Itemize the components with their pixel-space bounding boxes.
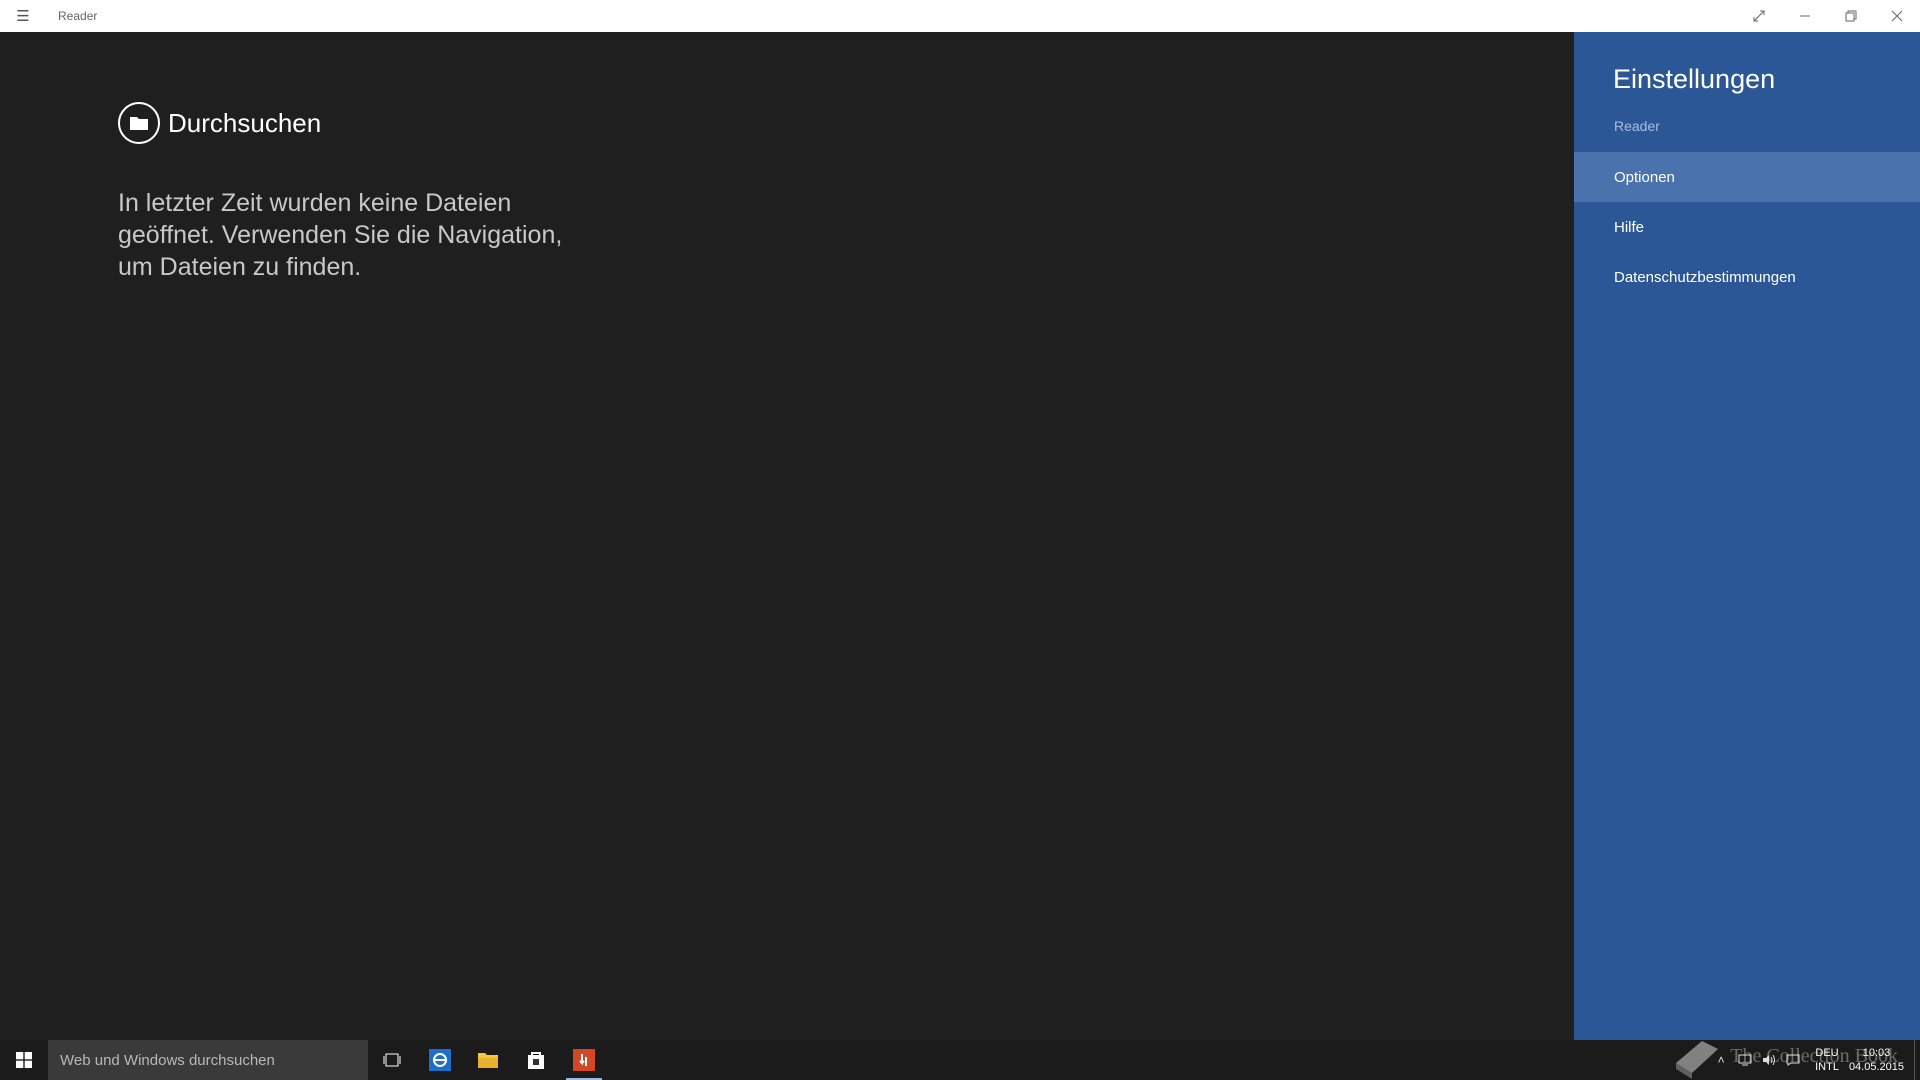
settings-item-optionen[interactable]: Optionen — [1574, 152, 1920, 202]
settings-item-datenschutz[interactable]: Datenschutzbestimmungen — [1574, 252, 1920, 302]
browse-label: Durchsuchen — [168, 107, 322, 138]
taskbar: Web und Windows durchsuchen ˄ DEU INTL 1… — [0, 1040, 1920, 1080]
task-view-icon[interactable] — [368, 1040, 416, 1080]
main-content: Durchsuchen In letzter Zeit wurden keine… — [0, 32, 1574, 1040]
title-bar: ☰ Reader — [0, 0, 1920, 32]
show-desktop-button[interactable] — [1914, 1040, 1920, 1080]
file-explorer-icon[interactable] — [464, 1040, 512, 1080]
settings-subtitle: Reader — [1614, 118, 1660, 134]
window-controls — [1736, 0, 1920, 32]
close-icon[interactable] — [1874, 0, 1920, 32]
settings-list: Optionen Hilfe Datenschutzbestimmungen — [1574, 152, 1920, 302]
reader-icon[interactable] — [560, 1040, 608, 1080]
empty-state-message: In letzter Zeit wurden keine Dateien geö… — [118, 189, 563, 281]
windows-start-icon[interactable] — [0, 1040, 48, 1080]
minimize-icon[interactable] — [1782, 0, 1828, 32]
watermark: The Collection Book — [1672, 1033, 1898, 1079]
app-title: Reader — [58, 9, 98, 23]
taskbar-search-input[interactable]: Web und Windows durchsuchen — [48, 1040, 368, 1080]
book-icon — [1676, 1041, 1719, 1079]
settings-title: Einstellungen — [1613, 64, 1776, 94]
watermark-text: The Collection Book — [1730, 1044, 1898, 1067]
store-icon[interactable] — [512, 1040, 560, 1080]
folder-icon — [118, 102, 160, 144]
hamburger-icon[interactable]: ☰ — [0, 0, 46, 32]
browse-button[interactable]: Durchsuchen — [118, 102, 321, 144]
restore-icon[interactable] — [1828, 0, 1874, 32]
settings-item-hilfe[interactable]: Hilfe — [1574, 202, 1920, 252]
fullscreen-icon[interactable] — [1736, 0, 1782, 32]
settings-pane: Einstellungen Reader Optionen Hilfe Date… — [1574, 32, 1920, 1040]
ie-icon[interactable] — [416, 1040, 464, 1080]
